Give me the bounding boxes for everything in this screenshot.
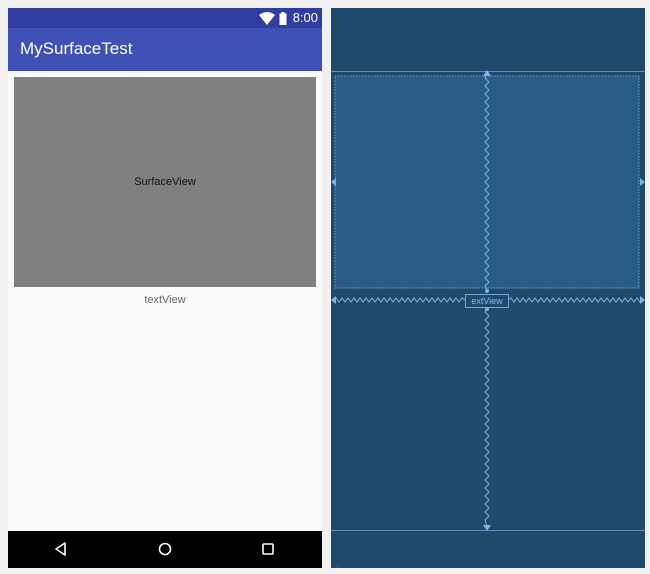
back-icon[interactable] (53, 541, 69, 557)
blueprint-text-view[interactable]: extView (465, 294, 509, 308)
status-icons: 8:00 (258, 10, 318, 25)
navigation-bar (8, 531, 322, 568)
blueprint-horizontal-constraint (332, 297, 466, 303)
blueprint-anchor-textview-left (331, 296, 336, 304)
blueprint-horizontal-constraint-right (507, 297, 644, 303)
surface-view-label: SurfaceView (134, 176, 196, 188)
status-time: 8:00 (292, 10, 318, 25)
blueprint-anchor-left (331, 178, 336, 186)
text-view[interactable]: textView (8, 294, 322, 306)
app-title: MySurfaceTest (20, 39, 133, 58)
blueprint-anchor-surface-bottom (485, 289, 489, 293)
status-bar: 8:00 (8, 8, 322, 28)
design-preview: 8:00 MySurfaceTest SurfaceView textView (8, 8, 322, 568)
blueprint-anchor-top (483, 70, 491, 76)
blueprint-anchor-textview-right (640, 296, 645, 304)
wifi-icon (258, 11, 275, 25)
resize-caret-icon: ´ (337, 567, 340, 574)
blueprint-vertical-constraint-bottom (484, 307, 490, 527)
app-bar: MySurfaceTest (8, 28, 322, 71)
surface-view[interactable]: SurfaceView (14, 77, 316, 287)
blueprint-canvas (331, 70, 645, 531)
home-icon[interactable] (157, 541, 173, 557)
blueprint-preview: extView (331, 8, 645, 568)
battery-icon (279, 11, 287, 25)
recents-icon[interactable] (260, 541, 276, 557)
blueprint-anchor-right (640, 178, 645, 186)
